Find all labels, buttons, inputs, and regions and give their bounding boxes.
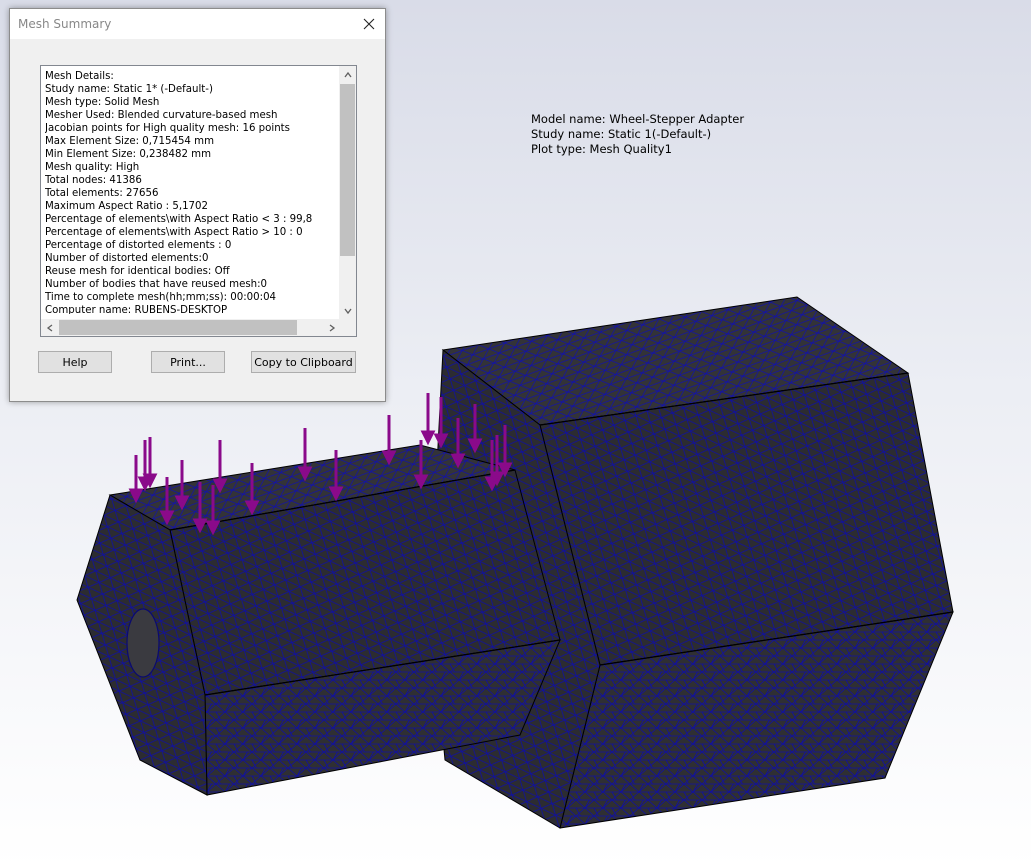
- mesh-detail-line: Total nodes: 41386: [45, 175, 142, 186]
- mesh-detail-line: Mesh type: Solid Mesh: [45, 97, 160, 108]
- horizontal-scrollbar[interactable]: [41, 319, 340, 336]
- mesh-detail-line: Reuse mesh for identical bodies: Off: [45, 266, 230, 277]
- mesh-detail-line: Study name: Static 1* (-Default-): [45, 84, 213, 95]
- load-arrow: [381, 415, 397, 466]
- mesh-detail-line: Percentage of distorted elements : 0: [45, 240, 232, 251]
- model-name-label: Model name: Wheel-Stepper Adapter: [531, 112, 745, 126]
- mesh-detail-line: Maximum Aspect Ratio : 5,1702: [45, 201, 208, 212]
- mesh-detail-line: Mesh Details:: [45, 71, 114, 82]
- mesh-detail-line: Computer name: RUBENS-DESKTOP: [45, 305, 228, 314]
- vertical-scrollbar[interactable]: [339, 66, 356, 319]
- print-button[interactable]: Print...: [151, 351, 225, 373]
- vertical-scroll-thumb[interactable]: [340, 84, 355, 256]
- study-name-label: Study name: Static 1(-Default-): [531, 127, 712, 141]
- mesh-detail-line: Jacobian points for High quality mesh: 1…: [45, 123, 290, 134]
- load-arrow: [297, 428, 313, 482]
- close-icon: [363, 18, 375, 30]
- mesh-detail-line: Mesh quality: High: [45, 162, 140, 173]
- copy-to-clipboard-button[interactable]: Copy to Clipboard: [251, 351, 356, 373]
- mesh-detail-line: Mesher Used: Blended curvature-based mes…: [45, 110, 278, 121]
- mesh-detail-line: Number of bodies that have reused mesh:0: [45, 279, 268, 290]
- scroll-right-arrow-icon[interactable]: [323, 319, 340, 336]
- dialog-titlebar[interactable]: Mesh Summary: [10, 9, 385, 39]
- mesh-details-text: Mesh Details: Study name: Static 1* (-Def…: [45, 70, 335, 314]
- bore-hole: [126, 608, 160, 678]
- plot-type-label: Plot type: Mesh Quality1: [531, 142, 672, 156]
- mesh-summary-dialog: Mesh Summary Mesh Details: Study name: St…: [9, 8, 386, 402]
- mesh-detail-line: Min Element Size: 0,238482 mm: [45, 149, 212, 160]
- load-arrow: [212, 440, 228, 494]
- load-arrow: [420, 393, 436, 446]
- mesh-detail-line: Time to complete mesh(hh;mm;ss): 00:00:0…: [45, 292, 277, 303]
- mesh-detail-line: Percentage of elements\with Aspect Ratio…: [45, 214, 313, 225]
- scroll-up-arrow-icon[interactable]: [339, 66, 356, 83]
- mesh-detail-line: Percentage of elements\with Aspect Ratio…: [45, 227, 303, 238]
- scrollbar-corner: [339, 319, 356, 336]
- plot-info: Model name: Wheel-Stepper Adapter Study …: [531, 112, 744, 157]
- mesh-detail-line: Number of distorted elements:0: [45, 253, 209, 264]
- dialog-title: Mesh Summary: [18, 17, 112, 31]
- scroll-left-arrow-icon[interactable]: [41, 319, 58, 336]
- close-button[interactable]: [353, 9, 385, 39]
- scroll-down-arrow-icon[interactable]: [339, 302, 356, 319]
- help-button[interactable]: Help: [38, 351, 112, 373]
- mesh-detail-line: Total elements: 27656: [45, 188, 159, 199]
- mesh-detail-line: Max Element Size: 0,715454 mm: [45, 136, 214, 147]
- mesh-details-textbox[interactable]: Mesh Details: Study name: Static 1* (-Def…: [40, 65, 357, 337]
- horizontal-scroll-thumb[interactable]: [59, 320, 297, 335]
